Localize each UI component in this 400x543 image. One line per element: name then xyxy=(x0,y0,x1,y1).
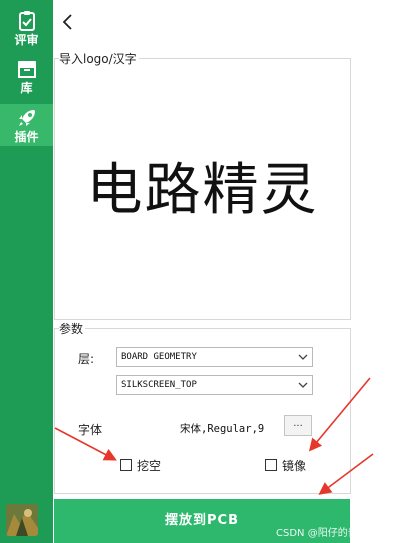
hollow-checkbox[interactable] xyxy=(120,459,132,471)
logo-preview-text: 电路精灵 xyxy=(86,158,319,223)
sidebar-item-label: 库 xyxy=(20,81,33,95)
sidebar-item-label: 插件 xyxy=(14,130,39,144)
logo-preview-box[interactable]: 电路精灵 xyxy=(54,58,351,320)
rocket-icon xyxy=(18,110,35,126)
sidebar-item-plugins[interactable]: 插件 xyxy=(0,104,53,146)
avatar[interactable] xyxy=(6,504,38,536)
layer-label: 层: xyxy=(78,352,95,366)
sublayer-select[interactable]: SILKSCREEN_TOP xyxy=(116,375,313,395)
logo-group-title: 导入logo/汉字 xyxy=(59,50,139,67)
mirror-label: 镜像 xyxy=(282,459,307,473)
archive-box-icon xyxy=(17,61,36,78)
layer-select[interactable]: BOARD GEOMETRY xyxy=(116,347,313,367)
font-picker-button[interactable]: ... xyxy=(284,415,312,436)
params-group-title: 参数 xyxy=(59,320,86,337)
layer-select-value: BOARD GEOMETRY xyxy=(121,352,197,362)
font-value: 宋体,Regular,9 xyxy=(180,423,265,435)
chevron-down-icon xyxy=(298,382,308,388)
watermark: CSDN @阳仔的普级之路 xyxy=(276,528,388,539)
sidebar-item-label: 评审 xyxy=(14,33,39,47)
sidebar-item-review[interactable]: 评审 xyxy=(0,10,53,54)
sidebar: 评审 库 插件 xyxy=(0,0,53,543)
sidebar-item-library[interactable]: 库 xyxy=(0,58,53,102)
avatar-image xyxy=(6,504,38,536)
hollow-label: 挖空 xyxy=(137,459,162,473)
clipboard-check-icon xyxy=(18,11,35,31)
font-label: 字体 xyxy=(78,423,103,437)
back-chevron-icon[interactable] xyxy=(58,12,78,32)
sublayer-select-value: SILKSCREEN_TOP xyxy=(121,380,197,390)
mirror-checkbox[interactable] xyxy=(265,459,277,471)
chevron-down-icon xyxy=(298,354,308,360)
